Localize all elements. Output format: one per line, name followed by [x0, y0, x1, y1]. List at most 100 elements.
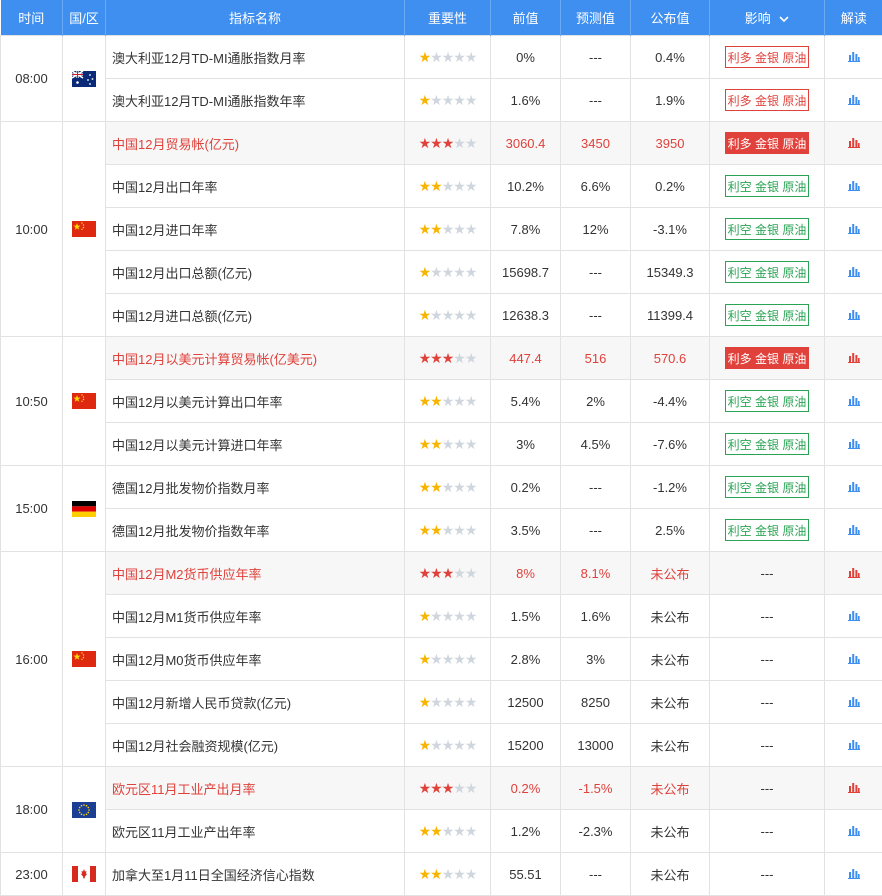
indicator-name[interactable]: 中国12月贸易帐(亿元): [106, 122, 405, 165]
indicator-name[interactable]: 加拿大至1月11日全国经济信心指数: [106, 853, 405, 896]
table-row[interactable]: 中国12月M0货币供应年率★★★★★2.8%3%未公布---: [1, 638, 882, 681]
indicator-name[interactable]: 德国12月批发物价指数月率: [106, 466, 405, 509]
forecast-value: 1.6%: [561, 595, 631, 638]
reading-cell[interactable]: [825, 466, 882, 509]
table-row[interactable]: 中国12月新增人民币贷款(亿元)★★★★★125008250未公布---: [1, 681, 882, 724]
bar-chart-icon[interactable]: [848, 50, 860, 65]
forecast-value: 516: [561, 337, 631, 380]
bar-chart-icon[interactable]: [848, 136, 860, 151]
previous-value: 1.5%: [491, 595, 561, 638]
reading-cell[interactable]: [825, 165, 882, 208]
reading-cell[interactable]: [825, 552, 882, 595]
effect-badge: 利空 金银 原油: [725, 519, 809, 541]
reading-cell[interactable]: [825, 122, 882, 165]
table-row[interactable]: 中国12月出口总额(亿元)★★★★★15698.7---15349.3利空 金银…: [1, 251, 882, 294]
previous-value: 12638.3: [491, 294, 561, 337]
indicator-name[interactable]: 中国12月M0货币供应年率: [106, 638, 405, 681]
star-icon: ★: [442, 780, 454, 796]
star-icon: ★: [430, 307, 442, 323]
table-row[interactable]: 德国12月批发物价指数年率★★★★★3.5%---2.5%利空 金银 原油: [1, 509, 882, 552]
indicator-name[interactable]: 德国12月批发物价指数年率: [106, 509, 405, 552]
bar-chart-icon[interactable]: [848, 566, 860, 581]
reading-cell[interactable]: [825, 767, 882, 810]
table-row[interactable]: 15:00德国12月批发物价指数月率★★★★★0.2%----1.2%利空 金银…: [1, 466, 882, 509]
indicator-name[interactable]: 澳大利亚12月TD-MI通胀指数年率: [106, 79, 405, 122]
reading-cell[interactable]: [825, 509, 882, 552]
reading-cell[interactable]: [825, 810, 882, 853]
indicator-name[interactable]: 中国12月出口总额(亿元): [106, 251, 405, 294]
bar-chart-icon[interactable]: [848, 308, 860, 323]
indicator-name[interactable]: 中国12月以美元计算出口年率: [106, 380, 405, 423]
bar-chart-icon[interactable]: [848, 652, 860, 667]
indicator-name[interactable]: 中国12月M1货币供应年率: [106, 595, 405, 638]
bar-chart-icon[interactable]: [848, 179, 860, 194]
indicator-name[interactable]: 中国12月进口年率: [106, 208, 405, 251]
bar-chart-icon[interactable]: [848, 394, 860, 409]
reading-cell[interactable]: [825, 251, 882, 294]
indicator-name[interactable]: 中国12月新增人民币贷款(亿元): [106, 681, 405, 724]
table-row[interactable]: 中国12月进口总额(亿元)★★★★★12638.3---11399.4利空 金银…: [1, 294, 882, 337]
actual-value: 未公布: [631, 638, 710, 681]
table-row[interactable]: 23:00加拿大至1月11日全国经济信心指数★★★★★55.51---未公布--…: [1, 853, 882, 896]
reading-cell[interactable]: [825, 681, 882, 724]
actual-value: 11399.4: [631, 294, 710, 337]
table-row[interactable]: 18:00欧元区11月工业产出月率★★★★★0.2%-1.5%未公布---: [1, 767, 882, 810]
reading-cell[interactable]: [825, 380, 882, 423]
star-icon: ★: [465, 780, 477, 796]
bar-chart-icon[interactable]: [848, 222, 860, 237]
bar-chart-icon[interactable]: [848, 437, 860, 452]
table-header-row: 时间 国/区 指标名称 重要性 前值 预测值 公布值 影响 解读: [1, 0, 882, 36]
indicator-name[interactable]: 欧元区11月工业产出月率: [106, 767, 405, 810]
reading-cell[interactable]: [825, 423, 882, 466]
importance-stars: ★★★★★: [405, 36, 491, 79]
reading-cell[interactable]: [825, 853, 882, 896]
table-row[interactable]: 澳大利亚12月TD-MI通胀指数年率★★★★★1.6%---1.9%利多 金银 …: [1, 79, 882, 122]
reading-cell[interactable]: [825, 294, 882, 337]
star-icon: ★: [453, 780, 465, 796]
indicator-name[interactable]: 澳大利亚12月TD-MI通胀指数月率: [106, 36, 405, 79]
indicator-name[interactable]: 中国12月社会融资规模(亿元): [106, 724, 405, 767]
reading-cell[interactable]: [825, 638, 882, 681]
reading-cell[interactable]: [825, 595, 882, 638]
header-effect[interactable]: 影响: [710, 0, 825, 36]
bar-chart-icon[interactable]: [848, 609, 860, 624]
table-row[interactable]: 10:00中国12月贸易帐(亿元)★★★★★3060.434503950利多 金…: [1, 122, 882, 165]
reading-cell[interactable]: [825, 208, 882, 251]
indicator-name[interactable]: 中国12月以美元计算贸易帐(亿美元): [106, 337, 405, 380]
bar-chart-icon[interactable]: [848, 351, 860, 366]
importance-stars: ★★★★★: [405, 294, 491, 337]
chevron-down-icon[interactable]: [777, 15, 790, 26]
table-row[interactable]: 中国12月社会融资规模(亿元)★★★★★1520013000未公布---: [1, 724, 882, 767]
bar-chart-icon[interactable]: [848, 265, 860, 280]
table-row[interactable]: 08:00澳大利亚12月TD-MI通胀指数月率★★★★★0%---0.4%利多 …: [1, 36, 882, 79]
table-row[interactable]: 中国12月进口年率★★★★★7.8%12%-3.1%利空 金银 原油: [1, 208, 882, 251]
indicator-name[interactable]: 中国12月M2货币供应年率: [106, 552, 405, 595]
reading-cell[interactable]: [825, 724, 882, 767]
table-row[interactable]: 中国12月出口年率★★★★★10.2%6.6%0.2%利空 金银 原油: [1, 165, 882, 208]
bar-chart-icon[interactable]: [848, 781, 860, 796]
table-row[interactable]: 10:50中国12月以美元计算贸易帐(亿美元)★★★★★447.4516570.…: [1, 337, 882, 380]
reading-cell[interactable]: [825, 36, 882, 79]
table-row[interactable]: 欧元区11月工业产出年率★★★★★1.2%-2.3%未公布---: [1, 810, 882, 853]
bar-chart-icon[interactable]: [848, 867, 860, 882]
star-icon: ★: [453, 436, 465, 452]
bar-chart-icon[interactable]: [848, 523, 860, 538]
reading-cell[interactable]: [825, 79, 882, 122]
importance-stars: ★★★★★: [405, 337, 491, 380]
bar-chart-icon[interactable]: [848, 738, 860, 753]
bar-chart-icon[interactable]: [848, 824, 860, 839]
indicator-name[interactable]: 中国12月出口年率: [106, 165, 405, 208]
indicator-name[interactable]: 欧元区11月工业产出年率: [106, 810, 405, 853]
reading-cell[interactable]: [825, 337, 882, 380]
table-row[interactable]: 中国12月以美元计算进口年率★★★★★3%4.5%-7.6%利空 金银 原油: [1, 423, 882, 466]
bar-chart-icon[interactable]: [848, 93, 860, 108]
star-icon: ★: [430, 135, 442, 151]
bar-chart-icon[interactable]: [848, 480, 860, 495]
indicator-name[interactable]: 中国12月以美元计算进口年率: [106, 423, 405, 466]
table-row[interactable]: 中国12月以美元计算出口年率★★★★★5.4%2%-4.4%利空 金银 原油: [1, 380, 882, 423]
star-icon: ★: [430, 221, 442, 237]
bar-chart-icon[interactable]: [848, 695, 860, 710]
indicator-name[interactable]: 中国12月进口总额(亿元): [106, 294, 405, 337]
table-row[interactable]: 16:00中国12月M2货币供应年率★★★★★8%8.1%未公布---: [1, 552, 882, 595]
table-row[interactable]: 中国12月M1货币供应年率★★★★★1.5%1.6%未公布---: [1, 595, 882, 638]
